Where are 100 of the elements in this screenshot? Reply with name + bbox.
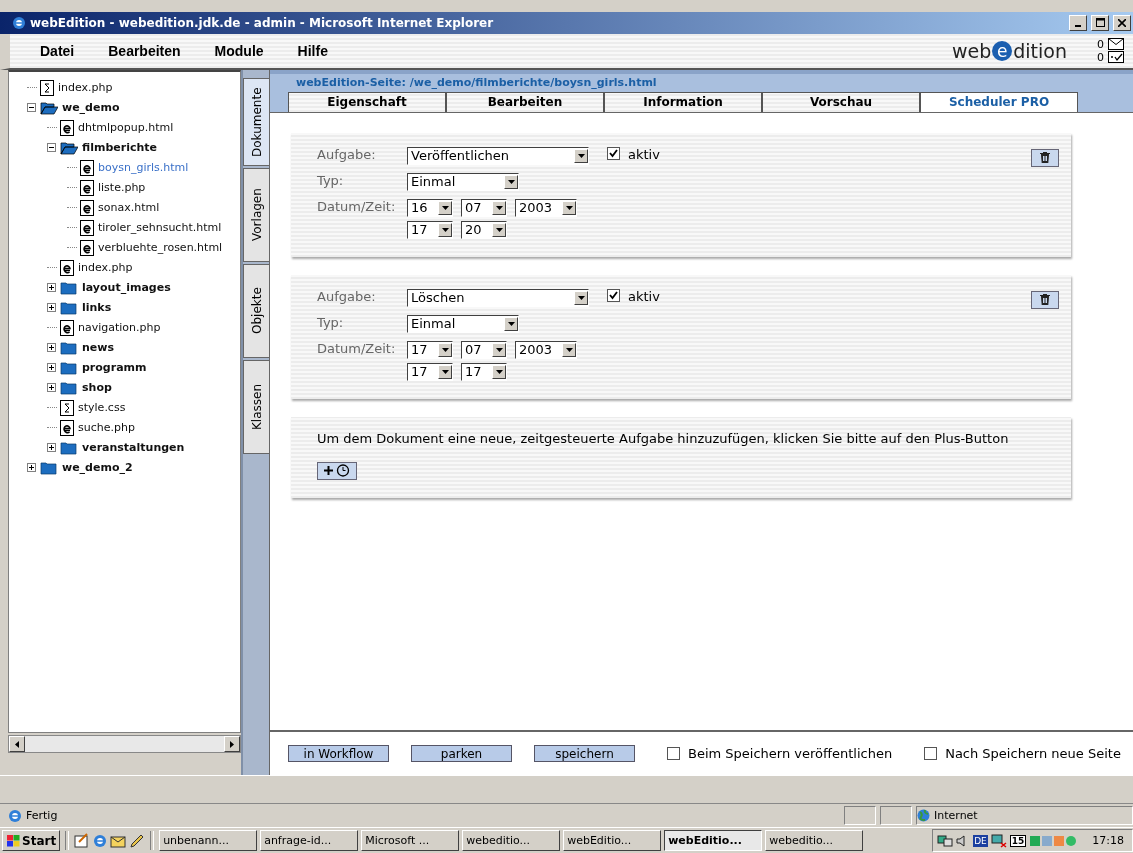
browser-icon xyxy=(93,833,108,848)
menu-item[interactable]: Module xyxy=(214,42,264,59)
side-tab[interactable]: Klassen xyxy=(243,359,269,454)
expand-toggle[interactable] xyxy=(47,383,56,393)
hint-text: Um dem Dokument eine neue, zeitgesteuerte Aufgabe hinzuzufügen, klicken Sie bitte auf den Plus-Button xyxy=(317,430,1010,446)
folder-icon xyxy=(40,460,58,475)
page-icon xyxy=(80,179,94,196)
tree-item[interactable]: liste.php xyxy=(98,181,146,195)
select-field[interactable]: 2003 xyxy=(515,340,577,359)
taskbar-button[interactable]: Microsoft ... xyxy=(361,830,460,852)
tree-item[interactable]: veranstaltungen xyxy=(82,441,185,455)
maximize-button[interactable] xyxy=(1091,14,1109,31)
select-field[interactable]: 20 xyxy=(461,220,507,239)
select-field[interactable]: 2003 xyxy=(515,198,577,217)
select-field[interactable]: 17 xyxy=(461,362,507,381)
horizontal-scrollbar[interactable] xyxy=(8,735,241,754)
tree-item[interactable]: verbluehte_rosen.html xyxy=(98,241,223,255)
start-button[interactable]: Start xyxy=(2,830,61,852)
page-icon xyxy=(60,419,74,436)
select-field[interactable]: 17 xyxy=(407,362,453,381)
minimize-button[interactable] xyxy=(1069,14,1087,31)
expand-toggle[interactable] xyxy=(47,343,56,353)
tree-item[interactable]: sonax.html xyxy=(98,201,160,215)
tree-item[interactable]: links xyxy=(82,301,112,315)
calendar-day[interactable]: 15 xyxy=(1009,834,1027,847)
tree-item[interactable]: navigation.php xyxy=(78,321,161,335)
expand-toggle[interactable] xyxy=(27,463,36,473)
page-icon xyxy=(80,159,94,176)
globe-icon xyxy=(917,809,930,823)
taskbar-button[interactable]: webeditio... xyxy=(765,830,864,852)
taskbar-button[interactable]: webEditio... xyxy=(664,830,763,852)
tab[interactable]: Eigenschaft xyxy=(288,91,446,112)
select-field[interactable]: Einmal xyxy=(407,314,519,333)
tree-item[interactable]: index.php xyxy=(58,81,113,95)
expand-toggle[interactable] xyxy=(47,443,56,453)
pen-icon[interactable] xyxy=(129,832,146,849)
tree-item[interactable]: filmberichte xyxy=(82,141,157,155)
select-field[interactable]: 07 xyxy=(461,198,507,217)
tree-item[interactable]: style.css xyxy=(78,401,126,415)
side-tab[interactable]: Vorlagen xyxy=(243,167,269,262)
delete-button[interactable] xyxy=(1031,148,1059,167)
tab[interactable]: Bearbeiten xyxy=(446,91,604,112)
collapse-toggle[interactable] xyxy=(47,143,56,153)
select-field[interactable]: 16 xyxy=(407,198,453,217)
tree-item[interactable]: we_demo_2 xyxy=(62,461,133,475)
menu-item[interactable]: Hilfe xyxy=(297,42,328,59)
taskbar-button[interactable]: webEditio... xyxy=(563,830,662,852)
tree-item[interactable]: we_demo xyxy=(62,101,120,115)
caret-icon xyxy=(565,347,573,352)
tree-item[interactable]: layout_images xyxy=(82,281,171,295)
tab[interactable]: Vorschau xyxy=(762,91,920,112)
menu-item[interactable]: Datei xyxy=(40,42,75,59)
tree-item[interactable]: dhtmlpopup.html xyxy=(78,121,174,135)
collapse-toggle[interactable] xyxy=(27,103,36,113)
select-field[interactable]: 07 xyxy=(461,340,507,359)
field-label: Typ: xyxy=(317,172,345,188)
select-field[interactable]: Löschen xyxy=(407,288,589,307)
tree-item[interactable]: suche.php xyxy=(78,421,135,435)
tab[interactable]: Scheduler PRO xyxy=(920,91,1078,112)
monitor-icon[interactable] xyxy=(990,833,1007,848)
menu-item[interactable]: Bearbeiten xyxy=(108,42,181,59)
add-button[interactable] xyxy=(317,461,357,480)
mail-icon[interactable] xyxy=(1108,38,1124,51)
task-icon[interactable] xyxy=(1108,51,1124,64)
side-tab[interactable]: Objekte xyxy=(243,263,269,358)
tree-item[interactable]: index.php xyxy=(78,261,133,275)
plus-icon xyxy=(48,304,55,312)
select-field[interactable]: Veröffentlichen xyxy=(407,146,589,165)
expand-toggle[interactable] xyxy=(47,283,56,293)
close-button[interactable] xyxy=(1113,14,1131,31)
expand-toggle[interactable] xyxy=(47,363,56,373)
network-icon[interactable] xyxy=(937,833,954,848)
tree-item[interactable]: tiroler_sehnsucht.html xyxy=(98,221,222,235)
action-button[interactable]: parken xyxy=(411,745,512,763)
taskbar-button[interactable]: anfrage-id... xyxy=(260,830,359,852)
checkbox[interactable] xyxy=(924,747,938,761)
taskbar-button[interactable]: unbenann... xyxy=(159,830,258,852)
delete-button[interactable] xyxy=(1031,290,1059,309)
scroll-right-button[interactable] xyxy=(224,736,240,753)
page-icon xyxy=(60,119,74,136)
scroll-left-button[interactable] xyxy=(9,736,25,753)
select-field[interactable]: 17 xyxy=(407,220,453,239)
side-tab[interactable]: Dokumente xyxy=(243,77,269,166)
taskbar-button[interactable]: webeditio... xyxy=(462,830,561,852)
action-button[interactable]: speichern xyxy=(534,745,635,763)
checkbox[interactable] xyxy=(607,146,620,160)
tree-item[interactable]: programm xyxy=(82,361,147,375)
tab[interactable]: Information xyxy=(604,91,762,112)
tree-item[interactable]: shop xyxy=(82,381,112,395)
expand-toggle[interactable] xyxy=(47,303,56,313)
action-button[interactable]: in Workflow xyxy=(288,745,389,763)
tree-item[interactable]: news xyxy=(82,341,114,355)
select-field[interactable]: Einmal xyxy=(407,172,519,191)
checkbox[interactable] xyxy=(667,747,680,761)
select-field[interactable]: 17 xyxy=(407,340,453,359)
desktop-icon[interactable] xyxy=(74,832,91,849)
language-indicator[interactable]: DE xyxy=(973,834,988,847)
window-title: webEdition - webedition.jdk.de - admin - Microsoft Internet Explorer xyxy=(30,15,495,30)
tree-item[interactable]: boysn_girls.html xyxy=(98,161,189,175)
checkbox[interactable] xyxy=(607,288,620,302)
